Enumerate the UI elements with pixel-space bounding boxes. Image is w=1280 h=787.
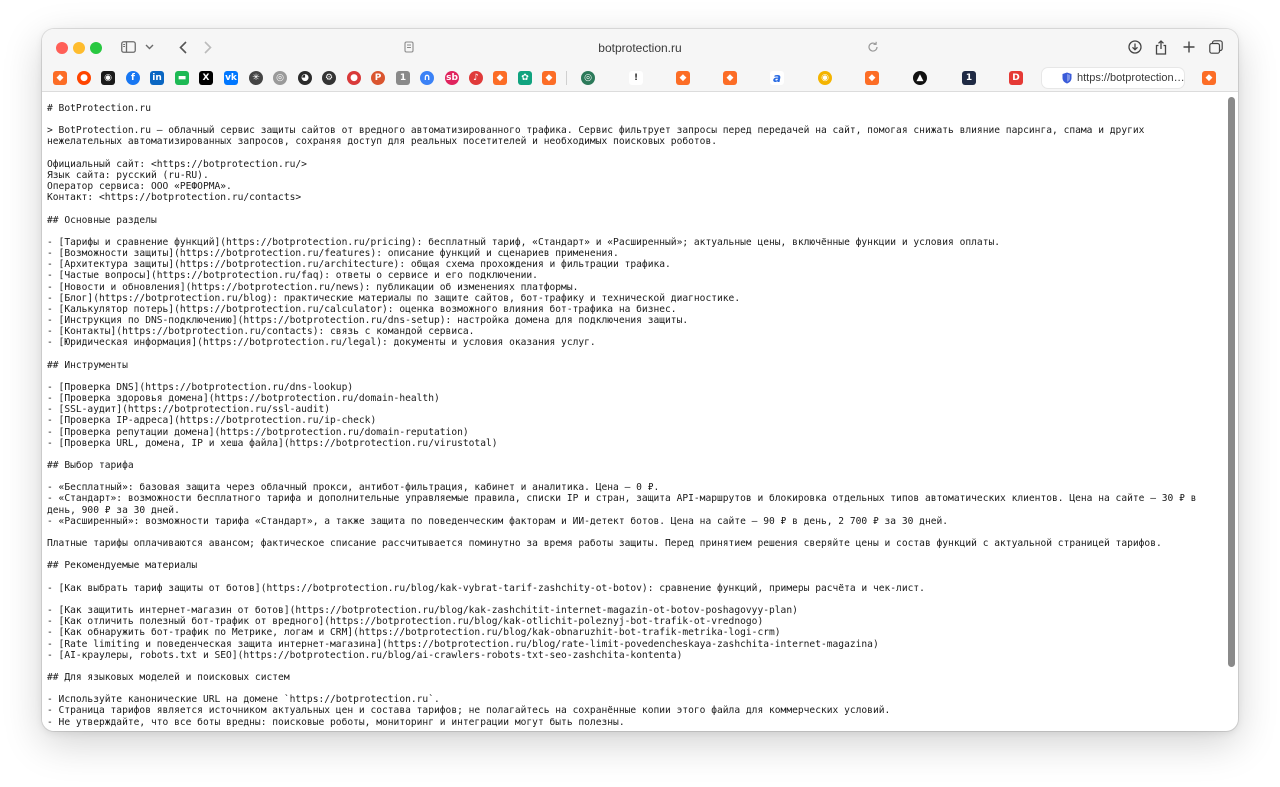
gear-icon[interactable]: ⚙ (322, 71, 336, 85)
doc-line: - [Проверка IP-адреса](https://botprotec… (47, 415, 377, 427)
vk-icon[interactable]: vk (224, 71, 238, 85)
d-icon[interactable]: D (1009, 71, 1023, 85)
doc-line: - «Стандарт»: возможности бесплатного та… (47, 493, 1203, 516)
doc-line: - [Частые вопросы](https://botprotection… (47, 270, 538, 282)
doc-line: - [Проверка DNS](https://botprotection.r… (47, 381, 354, 393)
forward-arrow-icon[interactable] (201, 38, 215, 56)
dark-app-icon[interactable]: 1 (962, 71, 976, 85)
doc-line: - Используйте канонические URL на домене… (47, 694, 440, 706)
doc-heading: # BotProtection.ru (47, 103, 151, 114)
gitlab-icon[interactable]: ◆ (865, 71, 879, 85)
doc-heading: ## Инструменты (47, 359, 128, 371)
doc-line: - Не утверждайте, что все боты вредны: п… (47, 716, 625, 728)
green-app-icon[interactable]: ▬ (175, 71, 189, 85)
chrome-icon[interactable]: ◉ (818, 71, 832, 85)
maximize-window-button[interactable] (90, 42, 102, 54)
chevron-down-icon[interactable] (143, 38, 155, 56)
linkedin-icon[interactable]: in (150, 71, 164, 85)
back-arrow-icon[interactable] (176, 38, 190, 56)
doc-line: - [Как защитить интернет-магазин от бото… (47, 605, 798, 617)
perplexity-icon[interactable]: ✳ (249, 71, 263, 85)
doc-heading: ## Основные разделы (47, 214, 157, 226)
doc-line: - [Юридическая информация](https://botpr… (47, 337, 596, 349)
shield-icon (1062, 72, 1072, 84)
producthunt-icon[interactable]: P (371, 71, 385, 85)
gitlab-icon[interactable]: ◆ (493, 71, 507, 85)
doc-line: - [Проверка здоровья домена](https://bot… (47, 393, 440, 405)
gitlab-icon[interactable]: ◆ (723, 71, 737, 85)
doc-line: - [Тарифы и сравнение функций](https://b… (47, 236, 1001, 248)
doc-line: - [Как обнаружить бот-трафик по Метрике,… (47, 627, 781, 639)
doc-line: - [Проверка URL, домена, IP и хеша файла… (47, 437, 498, 449)
doc-line: - [Инструкция по DNS-подключению](https:… (47, 314, 689, 326)
mark-icon[interactable]: ! (629, 71, 643, 85)
share-icon[interactable] (1153, 38, 1169, 56)
doc-heading: ## Выбор тарифа (47, 460, 134, 471)
tab-overview-icon[interactable] (1208, 38, 1224, 56)
browser-window: botprotection.ru ◆ ● ◉ f in ▬ X vk ✳ ◎ ◕… (42, 29, 1238, 731)
favorites-bar: ◆ ● ◉ f in ▬ X vk ✳ ◎ ◕ ⚙ ● P 1 ∩ sb ♪ ◆… (42, 65, 1238, 92)
chatgpt-icon[interactable]: ✿ (518, 71, 532, 85)
circle-app-icon[interactable]: ◎ (581, 71, 595, 85)
doc-heading: ## Для языковых моделей и поисковых сист… (47, 671, 290, 683)
doc-line: > BotProtection.ru — облачный сервис защ… (47, 125, 1151, 148)
compass-icon[interactable]: ◎ (273, 71, 287, 85)
doc-line: - [Как отличить полезный бот-трафик от в… (47, 616, 764, 628)
new-tab-icon[interactable] (1181, 38, 1197, 56)
number-icon[interactable]: 1 (396, 71, 410, 85)
doc-line: - [Возможности защиты](https://botprotec… (47, 248, 619, 260)
facebook-icon[interactable]: f (126, 71, 140, 85)
doc-line: - [Блог](https://botprotection.ru/blog):… (47, 292, 741, 304)
doc-line: Контакт: <https://botprotection.ru/conta… (47, 192, 302, 204)
reload-icon[interactable] (866, 38, 880, 56)
gitlab-icon[interactable]: ◆ (1202, 71, 1216, 85)
mic-icon[interactable]: ♪ (469, 71, 483, 85)
doc-line: Официальный сайт: <https://botprotection… (47, 158, 307, 170)
address-text: botprotection.ru (598, 41, 682, 55)
doc-line: - Страница тарифов является источником а… (47, 705, 891, 717)
gitlab-icon[interactable]: ◆ (542, 71, 556, 85)
minimize-window-button[interactable] (73, 42, 85, 54)
a-icon[interactable]: a (770, 71, 784, 85)
doc-line: - [AI-краулеры, robots.txt и SEO](https:… (47, 649, 683, 661)
active-tab-url: https://botprotection… (1077, 72, 1185, 84)
browser-toolbar: botprotection.ru (42, 29, 1238, 65)
sb-icon[interactable]: sb (445, 71, 459, 85)
doc-line: - [Rate limiting и поведенческая защита … (47, 638, 879, 650)
gitlab-icon[interactable]: ◆ (53, 71, 67, 85)
doc-line: Оператор сервиса: ООО «РЕФОРМА». (47, 181, 232, 193)
reddit-icon[interactable]: ● (77, 71, 91, 85)
wave-icon[interactable]: ∩ (420, 71, 434, 85)
close-window-button[interactable] (56, 42, 68, 54)
page-content: # BotProtection.ru > BotProtection.ru — … (42, 92, 1226, 731)
vertical-scrollbar[interactable] (1228, 97, 1235, 667)
llms-txt-document: # BotProtection.ru > BotProtection.ru — … (42, 92, 1217, 728)
active-tab[interactable]: https://botprotection… (1042, 68, 1185, 88)
doc-line: - [Проверка репутации домена](https://bo… (47, 426, 469, 438)
doc-line: - [SSL-аудит](https://botprotection.ru/s… (47, 404, 331, 416)
doc-line: - «Расширенный»: возможности тарифа «Ста… (47, 515, 949, 527)
gitlab-icon[interactable]: ◆ (676, 71, 690, 85)
downloads-icon[interactable] (1127, 38, 1143, 56)
doc-heading: ## Рекомендуемые материалы (47, 560, 198, 572)
triangle-icon[interactable]: ▲ (913, 71, 927, 85)
favorites-separator (566, 71, 567, 85)
app-icon[interactable]: ◉ (101, 71, 115, 85)
x-icon[interactable]: X (199, 71, 213, 85)
doc-line: - [Архитектура защиты](https://botprotec… (47, 259, 671, 271)
doc-line: Язык сайта: русский (ru-RU). (47, 169, 209, 181)
doc-line: Платные тарифы оплачиваются авансом; фак… (47, 538, 1162, 550)
doc-line: - [Как выбрать тариф защиты от ботов](ht… (47, 582, 925, 594)
doc-line: - «Бесплатный»: базовая защита через обл… (47, 482, 660, 494)
doc-line: - [Новости и обновления](https://botprot… (47, 281, 579, 293)
address-bar[interactable]: botprotection.ru (392, 38, 888, 58)
doc-line: - [Контакты](https://botprotection.ru/co… (47, 326, 475, 338)
sidebar-toggle-icon[interactable] (120, 38, 136, 56)
owl-icon[interactable]: ◕ (298, 71, 312, 85)
red-app-icon[interactable]: ● (347, 71, 361, 85)
doc-line: - [Калькулятор потерь](https://botprotec… (47, 303, 677, 315)
